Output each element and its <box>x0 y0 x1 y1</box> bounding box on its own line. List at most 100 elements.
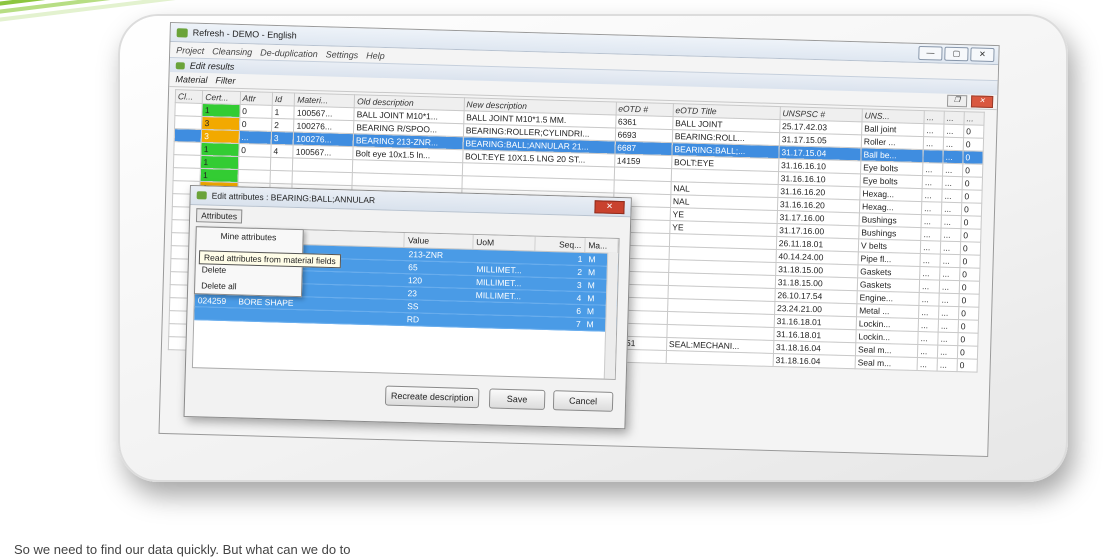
table-cell-a: ... <box>919 279 940 294</box>
table-cell-b: ... <box>941 202 962 216</box>
table-cell-c: 0 <box>958 319 979 334</box>
table-cell-a: ... <box>917 331 939 346</box>
table-cell-a: ... <box>922 162 943 177</box>
menu-delete-all[interactable]: Delete all <box>195 277 301 296</box>
close-button[interactable]: ✕ <box>970 47 995 63</box>
menu-deduplication[interactable]: De-duplication <box>260 47 318 59</box>
col-id[interactable]: Id <box>272 92 296 107</box>
table-cell-b: ... <box>937 332 959 346</box>
col-cl[interactable]: Cl... <box>175 89 203 104</box>
toolbar-filter[interactable]: Filter <box>215 75 235 86</box>
col-extra-2[interactable]: ... <box>944 111 965 125</box>
table-cell-cert: 3 <box>201 129 240 144</box>
menu-project[interactable]: Project <box>176 45 204 56</box>
table-cell-cl <box>173 167 201 182</box>
attribute-cell-seq: 6 <box>576 305 582 316</box>
attribute-cell-seq: 4 <box>576 292 582 303</box>
toolbar-material[interactable]: Material <box>175 74 207 85</box>
menu-help[interactable]: Help <box>366 50 385 61</box>
attr-col-value[interactable]: Value <box>404 233 474 249</box>
save-button[interactable]: Save <box>488 388 546 410</box>
table-cell-c: 0 <box>959 254 981 269</box>
dialog-title: Edit attributes : BEARING:BALL;ANNULAR <box>211 190 376 206</box>
table-cell-attr <box>237 169 271 184</box>
table-cell-b: ... <box>940 241 961 255</box>
attribute-cell-value: 23 <box>407 288 418 299</box>
table-cell-attr <box>238 156 271 171</box>
table-cell-c: 0 <box>961 202 982 217</box>
cancel-button[interactable]: Cancel <box>552 390 614 412</box>
table-cell-c: 0 <box>958 306 979 321</box>
table-cell-attr: 0 <box>239 117 272 132</box>
attribute-cell-uom <box>472 315 535 329</box>
table-cell-b: ... <box>939 267 960 281</box>
table-cell-a: ... <box>919 292 940 307</box>
maximize-button[interactable]: ▢ <box>944 46 969 62</box>
table-cell-c: 0 <box>962 150 984 165</box>
table-cell-c: 0 <box>957 358 978 373</box>
table-cell-c: 0 <box>963 124 984 139</box>
col-attr[interactable]: Attr <box>239 91 273 106</box>
attribute-cell-value: 120 <box>407 275 423 286</box>
attribute-cell-uom: MILLIMET... <box>475 277 522 289</box>
col-extra-3[interactable]: ... <box>963 111 985 126</box>
dialog-icon <box>196 191 207 200</box>
table-cell-a <box>923 149 944 164</box>
child-window-label: Edit results <box>189 60 235 72</box>
table-cell-b: ... <box>942 176 963 190</box>
attribute-cell-code: 024259 <box>197 295 227 307</box>
table-cell-c: 0 <box>957 332 979 347</box>
app-icon <box>176 27 188 37</box>
table-cell-attr: ... <box>238 130 272 145</box>
child-restore-button[interactable]: ❐ <box>946 94 968 108</box>
table-cell-c: 0 <box>961 215 982 230</box>
attribute-cell-value: SS <box>407 301 419 312</box>
table-cell-b: ... <box>938 306 959 320</box>
table-cell-unspsc: 31.18.16.04 <box>772 353 856 369</box>
attribute-cell-seq: 1 <box>577 253 583 264</box>
table-cell-a: ... <box>920 240 941 255</box>
table-cell-cl <box>174 128 202 143</box>
table-cell-c: 0 <box>958 293 980 308</box>
table-cell-b: ... <box>938 293 960 307</box>
table-cell-cert: 1 <box>200 168 239 183</box>
table-cell-c: 0 <box>962 176 983 191</box>
table-cell-b: ... <box>943 137 964 151</box>
attribute-cell-value: RD <box>406 314 420 325</box>
table-cell-a: ... <box>917 357 938 372</box>
attr-col-uom[interactable]: UoM <box>472 234 536 251</box>
table-cell-c: 0 <box>959 280 980 295</box>
table-cell-uns: Seal m... <box>855 355 918 371</box>
tab-attributes[interactable]: Attributes <box>195 208 243 224</box>
table-cell-b: ... <box>941 189 963 203</box>
table-cell-cert: 3 <box>201 116 240 131</box>
edit-attributes-dialog: Edit attributes : BEARING:BALL;ANNULAR ✕… <box>183 185 632 430</box>
table-cell-a: ... <box>918 305 939 320</box>
recreate-description-button[interactable]: Recreate description <box>384 385 480 409</box>
table-cell-id: 2 <box>271 118 295 133</box>
table-cell-c: 0 <box>963 137 984 152</box>
col-extra-1[interactable]: ... <box>924 110 945 125</box>
attr-col-seq[interactable]: Seq... <box>535 236 586 253</box>
child-close-button[interactable]: ✕ <box>970 95 994 109</box>
table-cell-c: 0 <box>960 241 981 256</box>
table-cell-a: ... <box>921 214 942 229</box>
attribute-cell-uom: MILLIMET... <box>476 264 522 276</box>
col-cert[interactable]: Cert... <box>202 90 241 105</box>
table-cell-cl <box>173 154 202 169</box>
table-cell-cl <box>174 102 203 117</box>
attributes-scrollbar[interactable] <box>603 252 619 379</box>
table-cell-b: ... <box>938 319 959 333</box>
table-cell-b: ... <box>943 124 964 138</box>
dialog-close-button[interactable]: ✕ <box>594 199 625 214</box>
table-cell-b: ... <box>941 215 962 229</box>
menu-settings[interactable]: Settings <box>326 49 359 60</box>
attribute-cell-code <box>194 307 235 320</box>
minimize-button[interactable]: — <box>918 45 943 61</box>
menu-cleansing[interactable]: Cleansing <box>212 46 252 57</box>
table-cell-c: 0 <box>961 189 983 204</box>
attr-col-ma[interactable]: Ma... <box>585 238 619 253</box>
attribute-cell-seq: 3 <box>576 279 582 290</box>
table-cell-a: ... <box>917 344 938 359</box>
table-cell-b: ... <box>937 358 958 372</box>
